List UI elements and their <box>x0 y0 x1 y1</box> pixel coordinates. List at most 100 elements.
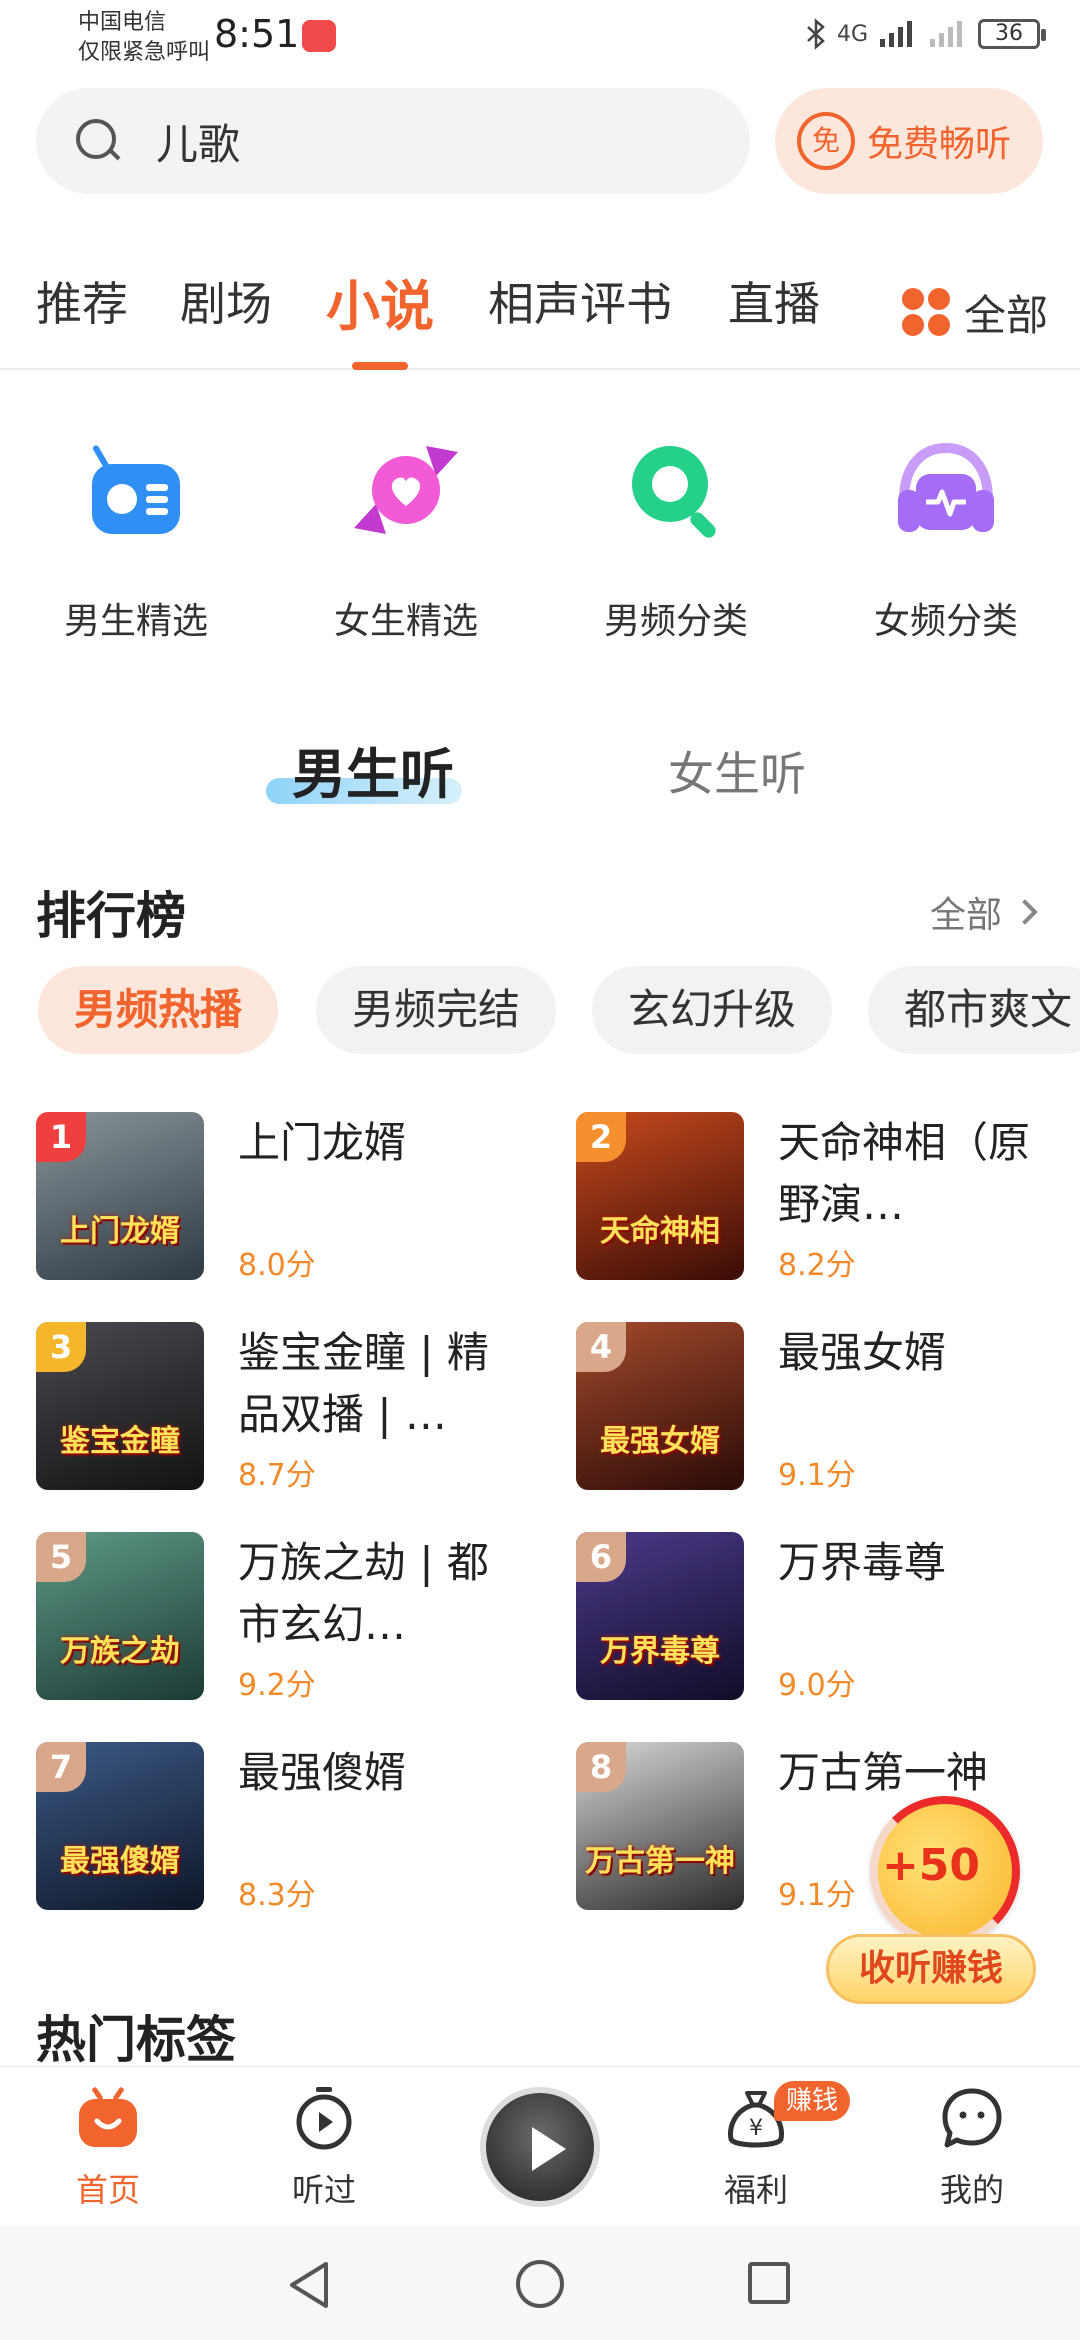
book-item[interactable]: 最强女婿 4 最强女婿 9.1分 <box>576 1322 1056 1493</box>
chip-male-hot[interactable]: 男频热播 <box>38 966 279 1054</box>
bottom-nav: 首页 听过 ¥ 福利 赚钱 我的 <box>0 2066 1080 2226</box>
book-title: 万界毒尊 <box>778 1538 947 1587</box>
carrier-info: 中国电信 仅限紧急呼叫 <box>78 8 210 68</box>
free-icon: 免 <box>797 112 855 170</box>
cover-title: 最强女婿 <box>600 1424 720 1459</box>
battery-icon: 36 <box>978 19 1046 49</box>
search-icon <box>76 119 120 163</box>
book-cover: 最强女婿 4 <box>576 1322 744 1490</box>
listen-earn-widget[interactable]: +50 收听赚钱 <box>826 1796 1036 2006</box>
home-tv-icon <box>75 2085 141 2151</box>
rank-badge: 7 <box>36 1742 86 1792</box>
reward-amount: +50 <box>881 1840 981 1891</box>
nav-home[interactable]: 首页 <box>38 2085 178 2211</box>
play-icon <box>532 2127 566 2171</box>
gender-male-label: 男生听 <box>292 743 454 806</box>
tab-indicator <box>352 362 408 370</box>
rank-badge: 2 <box>576 1112 626 1162</box>
book-score: 8.3分 <box>238 1878 316 1913</box>
hot-tags-title: 热门标签 <box>36 2011 236 2069</box>
magnifier-icon <box>616 430 736 550</box>
nav-history[interactable]: 听过 <box>254 2085 394 2211</box>
recent-apps-icon[interactable] <box>748 2262 790 2304</box>
rank-badge: 8 <box>576 1742 626 1792</box>
reward-label: 收听赚钱 <box>826 1934 1036 2004</box>
cover-title: 万古第一神 <box>585 1844 735 1879</box>
candy-icon <box>346 430 466 550</box>
clock: 8:51 <box>214 12 300 56</box>
carrier-status: 仅限紧急呼叫 <box>78 40 211 65</box>
tab-live[interactable]: 直播 <box>728 268 820 334</box>
book-item[interactable]: 鉴宝金瞳 3 鉴宝金瞳 | 精品双播 | … 8.7分 <box>36 1322 516 1493</box>
category-female-genres[interactable]: 女频分类 <box>846 430 1046 644</box>
book-score: 9.2分 <box>238 1668 316 1703</box>
svg-text:¥: ¥ <box>749 2116 763 2141</box>
cover-title: 最强傻婿 <box>60 1844 180 1879</box>
ranking-title: 排行榜 <box>36 887 186 945</box>
book-title: 万族之劫 | 都市玄幻… <box>238 1538 489 1649</box>
player-icon[interactable] <box>480 2087 600 2207</box>
status-bar: 中国电信 仅限紧急呼叫 8:51 4G 36 <box>0 0 1080 80</box>
radio-icon <box>76 430 196 550</box>
book-score: 9.1分 <box>778 1458 856 1493</box>
category-male-genres[interactable]: 男频分类 <box>576 430 776 644</box>
cover-title: 万界毒尊 <box>600 1634 720 1669</box>
ranking-list: 上门龙婿 1 上门龙婿 8.0分 天命神相 2 天命神相（原野演… 8.2分 鉴… <box>0 1112 1080 1913</box>
tab-recommend[interactable]: 推荐 <box>36 268 128 334</box>
book-item[interactable]: 万界毒尊 6 万界毒尊 9.0分 <box>576 1532 1056 1703</box>
book-title: 天命神相（原野演… <box>778 1118 1031 1229</box>
cover-title: 鉴宝金瞳 <box>60 1424 180 1459</box>
system-nav-bar <box>0 2226 1080 2340</box>
free-listen-button[interactable]: 免 免费畅听 <box>775 88 1043 194</box>
category-label: 女生精选 <box>333 601 478 642</box>
rank-badge: 5 <box>36 1532 86 1582</box>
bluetooth-icon <box>807 18 825 50</box>
tab-all-label: 全部 <box>964 290 1049 340</box>
rank-badge: 1 <box>36 1112 86 1162</box>
tab-crosstalk[interactable]: 相声评书 <box>488 268 672 334</box>
category-label: 男生精选 <box>63 601 208 642</box>
search-placeholder: 儿歌 <box>156 119 241 169</box>
chip-fantasy[interactable]: 玄幻升级 <box>592 966 833 1054</box>
ranking-see-all-link[interactable]: 全部 <box>929 886 1038 938</box>
back-icon[interactable] <box>286 2260 332 2310</box>
nav-profile[interactable]: 我的 <box>902 2085 1042 2211</box>
tab-novel[interactable]: 小说 <box>326 262 434 341</box>
carrier-name: 中国电信 <box>78 10 167 35</box>
book-score: 8.7分 <box>238 1458 316 1493</box>
chevron-right-icon <box>1012 899 1038 925</box>
nav-label: 首页 <box>75 2171 140 2209</box>
category-female-picks[interactable]: 女生精选 <box>306 430 506 644</box>
notification-app-icon <box>302 20 336 52</box>
rank-badge: 3 <box>36 1322 86 1372</box>
category-male-picks[interactable]: 男生精选 <box>36 430 236 644</box>
tab-theater[interactable]: 剧场 <box>180 268 272 334</box>
book-cover: 天命神相 2 <box>576 1112 744 1280</box>
grid-dots-icon <box>902 288 950 336</box>
book-title: 上门龙婿 <box>238 1118 407 1167</box>
cover-title: 天命神相 <box>600 1214 720 1249</box>
ranking-chips: 男频热播 男频完结 玄幻升级 都市爽文 <box>38 966 1080 1056</box>
book-score: 8.2分 <box>778 1248 856 1283</box>
book-cover: 鉴宝金瞳 3 <box>36 1322 204 1490</box>
book-cover: 最强傻婿 7 <box>36 1742 204 1910</box>
book-item[interactable]: 最强傻婿 7 最强傻婿 8.3分 <box>36 1742 516 1913</box>
book-score: 8.0分 <box>238 1248 316 1283</box>
home-icon[interactable] <box>516 2260 564 2308</box>
see-all-label: 全部 <box>929 895 1002 936</box>
gender-female-option[interactable]: 女生听 <box>668 738 806 804</box>
book-item[interactable]: 天命神相 2 天命神相（原野演… 8.2分 <box>576 1112 1056 1283</box>
free-listen-label: 免费畅听 <box>867 124 1012 165</box>
book-item[interactable]: 万族之劫 5 万族之劫 | 都市玄幻… 9.2分 <box>36 1532 516 1703</box>
tab-all-button[interactable]: 全部 <box>870 258 1080 366</box>
chip-urban[interactable]: 都市爽文 <box>868 966 1080 1054</box>
book-cover: 万界毒尊 6 <box>576 1532 744 1700</box>
signal-empty-icon <box>930 21 962 47</box>
book-title: 万古第一神 <box>778 1748 989 1797</box>
chip-male-completed[interactable]: 男频完结 <box>316 966 557 1054</box>
book-cover: 万古第一神 8 <box>576 1742 744 1910</box>
search-bar[interactable]: 儿歌 <box>36 88 750 194</box>
status-icons: 4G 36 <box>805 18 1046 50</box>
gender-male-option[interactable]: 男生听 <box>266 730 462 809</box>
book-item[interactable]: 上门龙婿 1 上门龙婿 8.0分 <box>36 1112 516 1283</box>
